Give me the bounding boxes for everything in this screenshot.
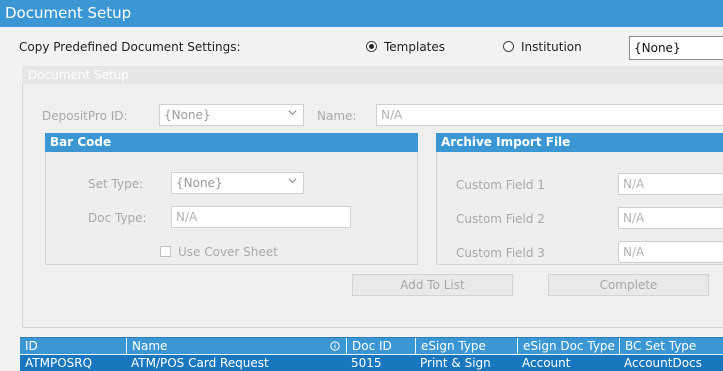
column-header-bc-set-type[interactable]: BC Set Type [619, 338, 723, 354]
name-label: Name: [317, 109, 357, 123]
doc-type-input[interactable]: N/A [171, 206, 351, 228]
custom-field-2-label: Custom Field 2 [456, 212, 545, 226]
cell-esign-doc-type: Account [522, 356, 571, 370]
window-title: Document Setup [0, 0, 723, 27]
column-header-doc-id[interactable]: Doc ID [346, 338, 415, 354]
set-type-value: {None} [176, 176, 223, 190]
use-cover-sheet-label: Use Cover Sheet [178, 245, 278, 259]
templates-radio-label[interactable]: Templates [384, 40, 445, 54]
table-row[interactable]: ATMPOSRQ ATM/POS Card Request 5015 Print… [20, 355, 723, 371]
chevron-down-icon [288, 178, 297, 184]
custom-field-3-label: Custom Field 3 [456, 246, 545, 260]
custom-field-1-label: Custom Field 1 [456, 178, 545, 192]
document-setup-header: Document Setup [22, 66, 723, 84]
set-type-select[interactable]: {None} [171, 172, 304, 194]
add-to-list-button[interactable]: Add To List [352, 274, 513, 296]
chevron-down-icon [288, 110, 297, 116]
depositpro-id-select[interactable]: {None} [159, 104, 304, 126]
custom-field-2-input[interactable]: N/A [618, 207, 723, 229]
doc-type-label: Doc Type: [88, 211, 147, 225]
cell-name: ATM/POS Card Request [131, 356, 269, 370]
custom-field-1-input[interactable]: N/A [618, 173, 723, 195]
use-cover-sheet-checkbox[interactable] [160, 246, 171, 257]
cell-bc-set-type: AccountDocs [624, 356, 702, 370]
column-header-name[interactable]: Name [126, 338, 346, 354]
cell-doc-id: 5015 [351, 356, 382, 370]
grid-header: ID Name Doc ID eSign Type eSign Doc Type… [20, 337, 723, 354]
archive-import-header: Archive Import File [436, 133, 723, 152]
institution-radio[interactable] [503, 41, 514, 52]
predefined-settings-select[interactable]: {None} [629, 36, 723, 60]
bar-code-header: Bar Code [45, 133, 418, 152]
column-header-id[interactable]: ID [20, 338, 126, 354]
institution-radio-label[interactable]: Institution [521, 40, 582, 54]
set-type-label: Set Type: [88, 177, 144, 191]
custom-field-3-input[interactable]: N/A [618, 241, 723, 263]
depositpro-id-value: {None} [164, 108, 211, 122]
info-icon[interactable] [330, 341, 340, 351]
column-header-esign-type[interactable]: eSign Type [415, 338, 517, 354]
copy-settings-label: Copy Predefined Document Settings: [19, 40, 241, 54]
depositpro-id-label: DepositPro ID: [42, 109, 128, 123]
column-header-name-label: Name [132, 339, 168, 353]
complete-button[interactable]: Complete [548, 274, 709, 296]
templates-radio[interactable] [366, 41, 377, 52]
cell-id: ATMPOSRQ [25, 356, 93, 370]
cell-esign-type: Print & Sign [420, 356, 491, 370]
name-input[interactable]: N/A [376, 104, 723, 126]
column-header-esign-doc-type[interactable]: eSign Doc Type [517, 338, 619, 354]
